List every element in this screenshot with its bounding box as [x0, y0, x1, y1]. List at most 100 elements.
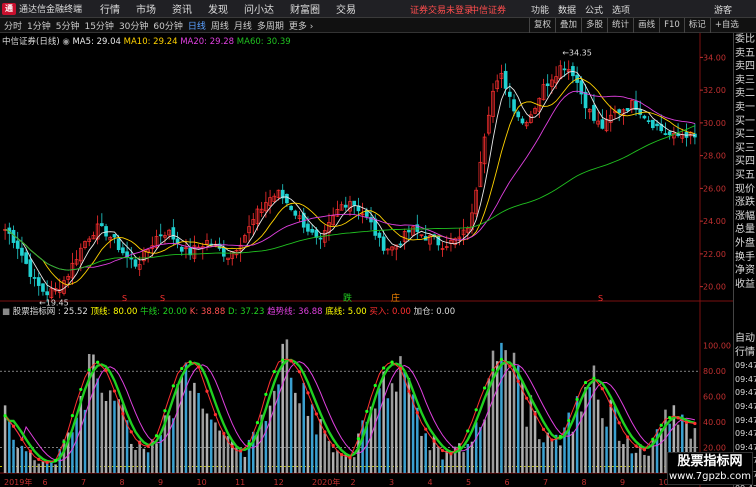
sidebar-item-16[interactable]: 换手 — [734, 251, 756, 265]
signal-dot — [499, 357, 504, 361]
watermark-logo: 股票指标网 www.7gpzb.com — [667, 452, 753, 485]
tool-button-2[interactable]: 多股 — [581, 18, 607, 33]
indicator-icon[interactable]: ■ — [2, 307, 13, 317]
signal-dot — [163, 409, 167, 413]
indicator-label-5: 趋势线: 36.88 — [267, 307, 326, 317]
candle-body — [343, 204, 348, 208]
candle-body — [116, 238, 121, 251]
kline-chart[interactable]: 34.00 32.00 30.00 28.00 26.00 24.00 22.00 20.00… — [0, 33, 733, 487]
time-tick-8: 2020年 — [312, 477, 340, 487]
sidebar-item-3[interactable]: 卖三 — [734, 74, 756, 88]
tool-button-1[interactable]: 叠加 — [555, 18, 581, 33]
sidebar-item-2[interactable]: 卖四 — [734, 60, 756, 74]
tool-button-5[interactable]: F10 — [659, 18, 684, 33]
signal-dot — [642, 448, 647, 452]
sidebar-item-19[interactable] — [734, 291, 756, 305]
period-tab-10[interactable]: 更多 › — [289, 19, 313, 32]
candle-body — [516, 111, 521, 118]
period-tab-5[interactable]: 60分钟 — [153, 19, 182, 32]
menu-item-5[interactable]: 财富圈 — [290, 1, 320, 16]
price-tick-5: 24.00 — [703, 217, 726, 226]
sidebar-item-20[interactable] — [734, 305, 756, 319]
ma-legend: 中信证券(日线) ◉ MA5: 29.04 MA10: 29.24 MA20: … — [2, 35, 291, 47]
tool-button-7[interactable]: +自选 — [709, 18, 743, 33]
period-tab-3[interactable]: 15分钟 — [84, 19, 113, 32]
signal-dot — [558, 434, 562, 439]
titlebar-item-2[interactable]: 公式 — [585, 3, 603, 16]
candle-body — [663, 133, 668, 135]
sidebar-item-1[interactable]: 卖五 — [734, 47, 756, 61]
period-tab-4[interactable]: 30分钟 — [119, 19, 148, 32]
sidebar-item-5[interactable]: 卖一 — [734, 101, 756, 115]
indicator-label-4: D: 37.23 — [227, 307, 268, 317]
signal-dot — [533, 412, 537, 416]
trade-login-warning[interactable]: 证券交易未登录 — [410, 3, 473, 16]
sidebar-item-10[interactable]: 买五 — [734, 169, 756, 183]
menu-item-4[interactable]: 问小达 — [244, 1, 274, 16]
period-tab-6[interactable]: 日线 — [188, 19, 206, 32]
broker-name[interactable]: 中信证券 — [470, 3, 506, 16]
tool-button-6[interactable]: 标记 — [683, 18, 710, 33]
time-tick-1: 6 — [43, 478, 48, 487]
indicator-label-1: 顶线: 80.00 — [90, 307, 141, 317]
period-tab-0[interactable]: 分时 — [4, 19, 22, 32]
sidebar-item-29[interactable]: 09:47 — [734, 427, 756, 441]
sidebar-item-17[interactable]: 净资 — [734, 264, 756, 278]
ma-label-3: MA60: 30.39 — [236, 37, 291, 47]
sidebar-item-8[interactable]: 买三 — [734, 142, 756, 156]
sidebar-item-6[interactable]: 买一 — [734, 115, 756, 129]
menu-item-2[interactable]: 资讯 — [172, 1, 192, 16]
candle-body — [583, 91, 588, 109]
sidebar-item-26[interactable]: 09:47 — [734, 386, 756, 400]
signal-dot — [634, 444, 638, 448]
signal-dot — [424, 427, 428, 431]
period-tab-1[interactable]: 1分钟 — [27, 19, 51, 32]
signal-dot — [415, 411, 419, 415]
signal-dot — [575, 397, 579, 402]
period-tab-2[interactable]: 5分钟 — [56, 19, 80, 32]
period-tab-9[interactable]: 多周期 — [257, 19, 284, 32]
sidebar-item-11[interactable]: 现价 — [734, 183, 756, 197]
sidebar-item-4[interactable]: 卖二 — [734, 87, 756, 101]
tool-button-0[interactable]: 复权 — [529, 18, 555, 33]
settings-icon[interactable]: ◉ — [60, 37, 73, 47]
candle-body — [600, 119, 605, 129]
signal-dot — [188, 360, 192, 364]
user-status[interactable]: 游客 — [714, 3, 732, 16]
sidebar-item-12[interactable]: 涨跌 — [734, 196, 756, 210]
candle-body — [646, 120, 651, 122]
stock-title: 中信证券(日线) — [2, 37, 60, 47]
tool-button-4[interactable]: 画线 — [633, 18, 659, 33]
menu-item-0[interactable]: 行情 — [100, 1, 120, 16]
sidebar-item-7[interactable]: 买二 — [734, 128, 756, 142]
period-tab-7[interactable]: 周线 — [211, 19, 229, 32]
sidebar-item-24[interactable]: 09:47 — [734, 359, 756, 373]
menu-item-6[interactable]: 交易 — [336, 1, 356, 16]
period-tab-8[interactable]: 月线 — [234, 19, 252, 32]
titlebar-item-3[interactable]: 选项 — [612, 3, 630, 16]
watermark-title: 股票指标网 — [677, 454, 743, 469]
ma-label-1: MA10: 29.24 — [123, 37, 181, 47]
candle-body — [112, 234, 117, 238]
sidebar-item-9[interactable]: 买四 — [734, 155, 756, 169]
sidebar-item-25[interactable]: 09:47 — [734, 373, 756, 387]
sidebar-item-0[interactable]: 委比 — [734, 33, 756, 47]
price-tick-2: 30.00 — [703, 119, 726, 128]
sidebar-item-14[interactable]: 总量 — [734, 223, 756, 237]
sidebar-item-23[interactable]: 行情 — [734, 346, 756, 360]
indicator-label-6: 底线: 5.00 — [325, 307, 370, 317]
titlebar-item-1[interactable]: 数据 — [558, 3, 576, 16]
sidebar-item-28[interactable]: 09:47 — [734, 414, 756, 428]
sidebar-item-21[interactable] — [734, 318, 756, 332]
ma-line-2 — [4, 90, 696, 271]
sidebar-item-22[interactable]: 自动 — [734, 332, 756, 346]
sidebar-item-15[interactable]: 外盘 — [734, 237, 756, 251]
sidebar-item-18[interactable]: 收益 — [734, 278, 756, 292]
menu-item-1[interactable]: 市场 — [136, 1, 156, 16]
sidebar-item-27[interactable]: 09:47 — [734, 400, 756, 414]
signal-dot — [592, 376, 596, 380]
menu-item-3[interactable]: 发现 — [208, 1, 228, 16]
sidebar-item-13[interactable]: 涨幅 — [734, 210, 756, 224]
titlebar-item-0[interactable]: 功能 — [531, 3, 549, 16]
tool-button-3[interactable]: 统计 — [607, 18, 633, 33]
